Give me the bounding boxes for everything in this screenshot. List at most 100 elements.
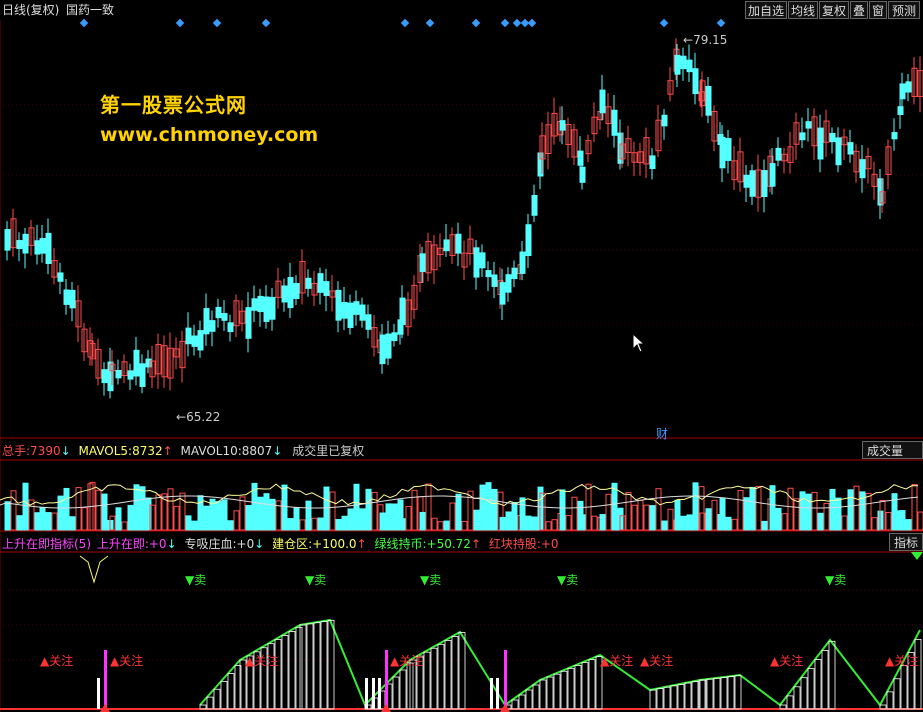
indicator-title: 上升在即指标(5) (2, 537, 91, 551)
candle-body (499, 282, 506, 305)
sell-signal-label: ▼卖 (305, 573, 326, 587)
signal-bar (97, 678, 100, 709)
candle-body (579, 166, 586, 183)
signal-diamond-icon (659, 18, 669, 28)
signal-bar (496, 678, 499, 709)
watch-signal-label: ▲关注 (110, 653, 143, 668)
volume-bar (419, 511, 426, 531)
candle-body (365, 314, 372, 330)
signal-diamond-icon (175, 18, 185, 28)
build-zone-bar (437, 643, 445, 710)
build-zone-bar (914, 638, 922, 710)
build-zone-bar (574, 665, 582, 710)
volume-bar (455, 493, 462, 531)
mavol5-value: 8732 (132, 444, 163, 458)
red-block-label: 红块持股: (488, 537, 541, 551)
down-arrow-icon: ↓ (272, 444, 283, 458)
candle-body (531, 194, 538, 216)
volume-bar (725, 516, 732, 531)
build-zone-bar (663, 686, 671, 710)
volume-bar (711, 499, 718, 531)
volume-bar (34, 512, 41, 531)
candle-body (775, 147, 782, 161)
build-zone-bar (821, 650, 829, 710)
volume-bar (599, 514, 606, 531)
volume-bar (69, 516, 76, 531)
signal-bar (365, 678, 368, 709)
watch-signal-label: ▲关注 (600, 653, 633, 668)
volume-bar (611, 482, 618, 531)
candle-body (559, 120, 566, 131)
build-zone-bar (518, 694, 526, 710)
volume-bar (705, 508, 712, 531)
build-zone-bar (893, 678, 901, 710)
candle-body (743, 174, 750, 188)
volume-bar (63, 487, 70, 531)
finance-marker[interactable]: 财 (656, 425, 668, 442)
candle-body (191, 335, 198, 347)
candle-body (139, 363, 146, 387)
candle-body (335, 289, 342, 321)
up-arrow-icon: ↑ (470, 537, 481, 551)
candle-body (133, 349, 140, 377)
candle-body (674, 54, 681, 75)
volume-bar (667, 508, 674, 531)
signal-diamond-icon (212, 18, 222, 28)
candle-body (323, 281, 330, 297)
indicator-button[interactable]: 指标 (889, 533, 923, 551)
candle-body (269, 296, 276, 320)
volume-bar (649, 505, 656, 531)
volume-bar (579, 514, 586, 531)
volume-bar (239, 496, 246, 531)
signal-diamond-icon (527, 18, 537, 28)
candle-body (115, 369, 122, 379)
volume-bar (431, 517, 438, 531)
volume-bar (911, 484, 918, 531)
volume-bar (829, 488, 836, 531)
volume-bar (185, 515, 192, 531)
candle-body (379, 334, 386, 365)
candle-body (817, 127, 824, 160)
volume-bar (491, 488, 498, 531)
signal-bar (104, 650, 107, 709)
volume-bar (167, 488, 174, 531)
volume-bar (605, 493, 612, 531)
volume-bar (505, 511, 512, 531)
build-zone-bar (451, 636, 459, 710)
build-zone-bar (227, 673, 235, 710)
volume-bar (591, 515, 598, 531)
volume-bar (817, 512, 824, 531)
candle-body (281, 285, 288, 303)
candle-body (485, 270, 492, 278)
volume-bar (680, 515, 687, 531)
volume-bar (197, 495, 204, 531)
build-zone-bar (684, 682, 692, 710)
volume-bar (443, 520, 450, 531)
volume-bar (341, 515, 348, 531)
volume-bar (531, 516, 538, 531)
candle-body (847, 142, 854, 155)
volume-bar (287, 518, 294, 531)
candle-body (761, 170, 768, 197)
volume-bar (227, 520, 234, 531)
candle-body (127, 370, 134, 380)
candle-body (34, 240, 41, 255)
build-zone-value: +100.0 (312, 537, 357, 551)
volume-bar (379, 512, 386, 531)
build-zone-bar (734, 675, 742, 710)
volume-bar (299, 519, 306, 531)
volume-bar (81, 507, 88, 531)
volume-button[interactable]: 成交量 (862, 441, 923, 459)
build-zone-bar (313, 622, 321, 710)
signal-bar (372, 678, 375, 709)
volume-bar (643, 504, 650, 531)
candle-body (891, 132, 898, 140)
volume-bar (95, 489, 102, 531)
build-zone-label: 建仓区: (272, 537, 313, 551)
candle-body (749, 170, 756, 197)
candle-body (805, 121, 812, 129)
watch-signal-label: ▲关注 (640, 653, 673, 668)
volume-bar (799, 491, 806, 531)
candle-body (317, 273, 324, 293)
build-zone-bar (691, 681, 699, 710)
